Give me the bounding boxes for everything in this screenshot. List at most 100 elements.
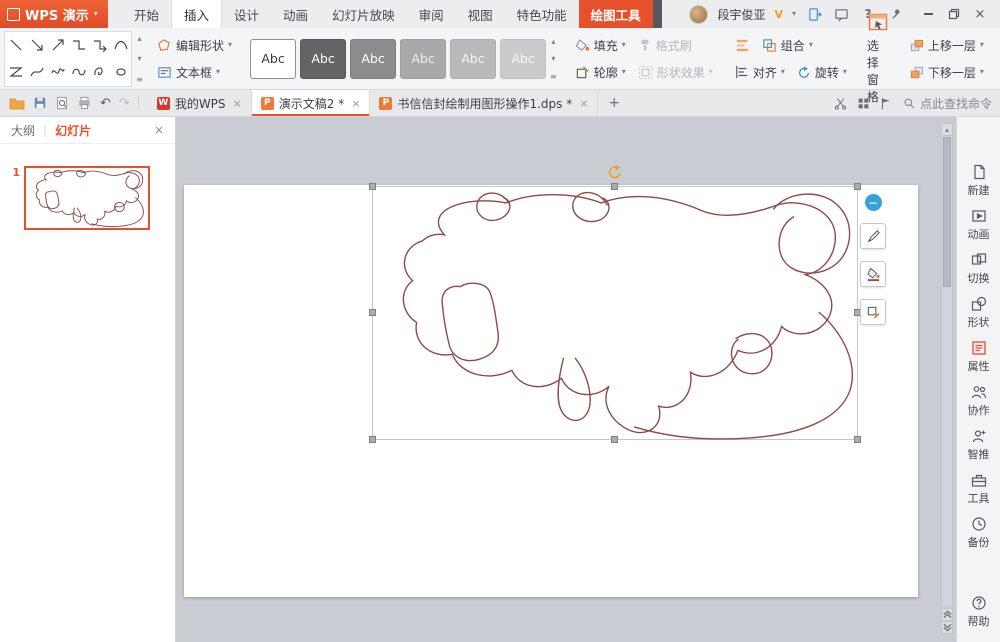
- line-shape-icon-1[interactable]: [5, 32, 26, 59]
- rotate-button[interactable]: 旋转 ▾: [793, 62, 851, 83]
- align-button[interactable]: 对齐 ▾: [731, 62, 789, 83]
- scroll-up-button[interactable]: ▴: [941, 123, 953, 136]
- restore-button[interactable]: [941, 7, 967, 22]
- sidebar-item-properties[interactable]: 属性: [957, 335, 1000, 379]
- tab-start[interactable]: 开始: [122, 0, 171, 28]
- close-button[interactable]: ×: [967, 7, 993, 22]
- slide-thumbnail[interactable]: [24, 166, 150, 230]
- scrollbar-track[interactable]: [941, 136, 953, 606]
- close-tab-icon[interactable]: ×: [579, 97, 588, 110]
- quick-fill-button[interactable]: [860, 261, 886, 287]
- new-tab-button[interactable]: +: [598, 90, 630, 116]
- user-chevron-down-icon[interactable]: ▾: [792, 10, 796, 18]
- selection-pane-button[interactable]: 选择窗格: [861, 31, 895, 86]
- tab-view[interactable]: 视图: [456, 0, 505, 28]
- freeform-icon[interactable]: [110, 59, 131, 86]
- loop-curve-icon[interactable]: [89, 59, 110, 86]
- sidebar-item-backup[interactable]: 备份: [957, 511, 1000, 555]
- sidebar-item-help[interactable]: 帮助: [957, 590, 1000, 634]
- elbow-connector-icon[interactable]: [68, 32, 89, 59]
- send-backward-button[interactable]: 下移一层 ▾: [905, 62, 988, 83]
- arc-icon[interactable]: [110, 32, 131, 59]
- shape-selection-box[interactable]: [372, 186, 858, 440]
- bring-forward-button[interactable]: 上移一层 ▾: [905, 35, 988, 56]
- sidebar-item-tools[interactable]: 工具: [957, 467, 1000, 511]
- close-tab-icon[interactable]: ×: [351, 97, 360, 110]
- resize-handle-se[interactable]: [854, 436, 861, 443]
- gallery-more-icon[interactable]: ≡: [136, 75, 143, 84]
- gallery-up-icon[interactable]: ▴: [137, 34, 141, 43]
- tab-design[interactable]: 设计: [222, 0, 271, 28]
- text-box-button[interactable]: 文本框 ▾: [153, 62, 224, 83]
- slides-tab[interactable]: 幻灯片: [55, 122, 91, 139]
- next-slide-button[interactable]: [941, 621, 953, 634]
- sidebar-item-shape[interactable]: 形状: [957, 291, 1000, 335]
- shape-style-preset-1[interactable]: Abc: [250, 39, 296, 79]
- tab-special-features[interactable]: 特色功能: [505, 0, 579, 28]
- group-button[interactable]: 组合 ▾: [758, 35, 817, 56]
- doc-tab-presentation2[interactable]: P 演示文稿2 * ×: [252, 90, 371, 116]
- doc-tab-letter-envelope[interactable]: P 书信信封绘制用图形操作1.dps * ×: [370, 90, 598, 116]
- shape-style-preset-6[interactable]: Abc: [500, 39, 546, 79]
- user-avatar[interactable]: [689, 5, 708, 24]
- gallery-down-icon[interactable]: ▾: [137, 54, 141, 63]
- slide-canvas[interactable]: − ▴: [176, 117, 956, 642]
- resize-handle-s[interactable]: [611, 436, 618, 443]
- collapse-tools-button[interactable]: −: [865, 194, 882, 211]
- minimize-button[interactable]: [915, 7, 941, 22]
- sidebar-item-transition[interactable]: 切换: [957, 247, 1000, 291]
- style-down-icon[interactable]: ▾: [551, 54, 555, 63]
- print-preview-icon[interactable]: [55, 96, 69, 110]
- shape-style-preset-2[interactable]: Abc: [300, 39, 346, 79]
- sidebar-item-collaborate[interactable]: 协作: [957, 379, 1000, 423]
- save-icon[interactable]: [33, 96, 47, 110]
- line-arrow-icon[interactable]: [26, 32, 47, 59]
- quick-outline-button[interactable]: [860, 299, 886, 325]
- redo-icon[interactable]: ↷: [119, 96, 130, 111]
- extra-arrange-top-button[interactable]: ▾: [996, 37, 1000, 53]
- folder-icon[interactable]: [9, 96, 25, 110]
- s-curve-icon[interactable]: [26, 59, 47, 86]
- line-arrow-up-icon[interactable]: [47, 32, 68, 59]
- command-search[interactable]: 点此查找命令: [903, 95, 992, 112]
- export-icon[interactable]: [805, 5, 823, 23]
- shape-style-preset-3[interactable]: Abc: [350, 39, 396, 79]
- shape-style-preset-4[interactable]: Abc: [400, 39, 446, 79]
- tab-animation[interactable]: 动画: [271, 0, 320, 28]
- edit-shape-button[interactable]: 编辑形状 ▾: [153, 35, 236, 56]
- previous-slide-button[interactable]: [941, 608, 953, 621]
- freeform-scribble-shape[interactable]: [373, 187, 859, 441]
- outline-tab[interactable]: 大纲: [11, 122, 35, 139]
- rotate-handle[interactable]: [607, 164, 623, 183]
- fill-button[interactable]: 填充 ▾: [571, 35, 630, 56]
- style-up-icon[interactable]: ▴: [551, 37, 555, 46]
- tab-review[interactable]: 审阅: [407, 0, 456, 28]
- feedback-icon[interactable]: [832, 5, 850, 23]
- resize-handle-w[interactable]: [369, 309, 376, 316]
- distribute-button[interactable]: [731, 36, 754, 55]
- elbow-arrow-icon[interactable]: [89, 32, 110, 59]
- user-name[interactable]: 段宇俊亚: [717, 6, 765, 23]
- shape-style-preset-5[interactable]: Abc: [450, 39, 496, 79]
- double-curve-icon[interactable]: [47, 59, 68, 86]
- style-more-icon[interactable]: ≡: [550, 72, 557, 81]
- scissors-icon[interactable]: [834, 97, 847, 110]
- undo-icon[interactable]: ↶: [100, 96, 111, 111]
- wave-icon[interactable]: [68, 59, 89, 86]
- close-tab-icon[interactable]: ×: [233, 97, 242, 110]
- resize-handle-ne[interactable]: [854, 183, 861, 190]
- extra-arrange-bottom-button[interactable]: ▾: [996, 64, 1000, 80]
- resize-handle-nw[interactable]: [369, 183, 376, 190]
- doc-tab-wps-home[interactable]: W 我的WPS ×: [148, 90, 252, 116]
- resize-handle-n[interactable]: [611, 183, 618, 190]
- app-logo[interactable]: WPS 演示 ▾: [0, 0, 108, 28]
- format-painter-button[interactable]: 格式刷: [634, 35, 696, 56]
- sidebar-item-smart-recommend[interactable]: 智推: [957, 423, 1000, 467]
- workspace-grid-icon[interactable]: [857, 97, 870, 110]
- outline-button[interactable]: 轮廓 ▾: [571, 62, 630, 83]
- quick-edit-shape-button[interactable]: [860, 223, 886, 249]
- tab-insert[interactable]: 插入: [171, 0, 222, 28]
- scrollbar-thumb[interactable]: [943, 137, 951, 287]
- resize-handle-sw[interactable]: [369, 436, 376, 443]
- shape-effects-button[interactable]: 形状效果 ▾: [634, 62, 717, 83]
